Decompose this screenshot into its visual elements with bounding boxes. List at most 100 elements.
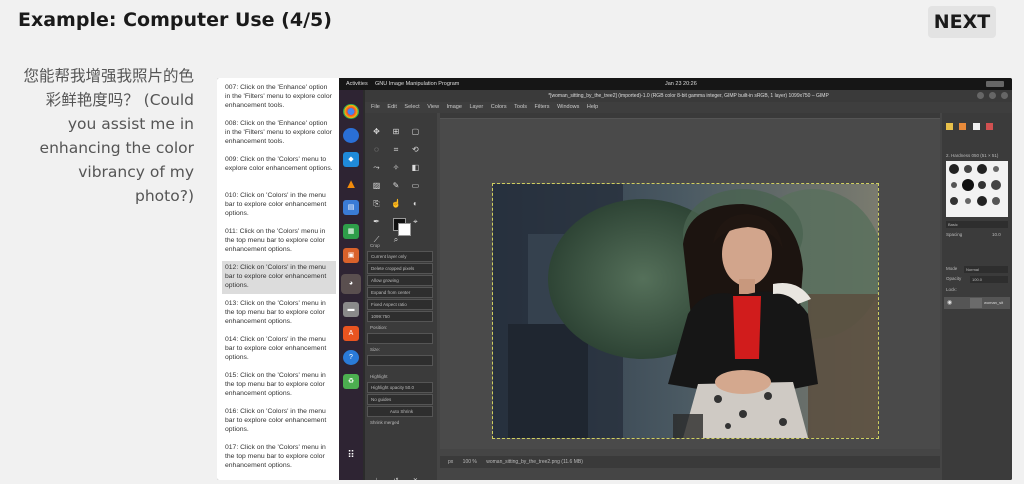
opacity-field[interactable]: 100.0 <box>970 276 1008 283</box>
option-highlight-opacity[interactable]: Highlight opacity 50.0 <box>367 382 433 393</box>
crop-tool-icon[interactable]: ⌗ <box>390 144 401 155</box>
system-tray-icon[interactable] <box>986 81 1004 87</box>
gradient-tool-icon[interactable]: ▨ <box>371 180 382 191</box>
libreoffice-writer-icon[interactable]: ▤ <box>343 200 359 215</box>
menu-select[interactable]: Select <box>404 104 419 110</box>
app-menu[interactable]: GNU Image Manipulation Program <box>375 78 459 90</box>
transform-tool-icon[interactable]: ⟲ <box>410 144 421 155</box>
option-guides-select[interactable]: No guides <box>367 394 433 405</box>
brush-filter-select[interactable]: Basic <box>946 221 1008 228</box>
software-center-icon[interactable]: A <box>343 326 359 341</box>
layer-name: woman_sit <box>984 300 1004 305</box>
option-size-field[interactable] <box>367 355 433 366</box>
brushes-tab-icon[interactable] <box>946 123 953 130</box>
right-dock: 2. Hardness 050 (51 × 51) Basic Spacing … <box>942 113 1012 480</box>
apps-grid-icon[interactable]: ⠿ <box>343 448 359 463</box>
step-item: 017: Click on the 'Colors' menu in the t… <box>225 444 326 469</box>
unit-select[interactable]: px <box>448 459 453 465</box>
step-item: 010: Click on 'Colors' in the menu bar t… <box>225 192 327 217</box>
option-shrink-merged[interactable]: Shrink merged <box>367 418 433 427</box>
background-color-swatch[interactable] <box>398 223 411 236</box>
ubuntu-dock: ◆ ▲ ▤ ▦ ▣ ◕ ▬ A ? ♻ ⠿ <box>339 90 363 480</box>
close-icon[interactable] <box>1001 92 1008 99</box>
option-allow-growing[interactable]: Allow growing <box>367 275 433 286</box>
option-size-label: Size: <box>370 347 381 352</box>
bucket-fill-icon[interactable]: ◧ <box>410 162 421 173</box>
document-history-tab-icon[interactable] <box>986 123 994 130</box>
option-current-layer[interactable]: Current layer only <box>367 251 433 262</box>
fonts-tab-icon[interactable] <box>972 123 980 130</box>
align-tool-icon[interactable]: ⊞ <box>390 126 401 137</box>
save-options-icon[interactable]: ⤓ <box>371 476 382 480</box>
mode-label: Mode <box>946 266 958 271</box>
move-tool-icon[interactable]: ✥ <box>371 126 382 137</box>
rect-select-icon[interactable]: ▢ <box>410 126 421 137</box>
vlc-icon[interactable]: ▲ <box>343 176 359 191</box>
activities-button[interactable]: Activities <box>346 78 368 90</box>
help-icon[interactable]: ? <box>343 350 359 365</box>
free-select-icon[interactable]: ◌ <box>371 144 382 155</box>
photo-woman-sitting <box>492 183 879 439</box>
option-fixed-aspect[interactable]: Fixed Aspect ratio <box>367 299 433 310</box>
image-canvas[interactable] <box>440 118 940 449</box>
clock[interactable]: Jan 23 20:26 <box>665 78 697 90</box>
visibility-eye-icon[interactable]: ◉ <box>947 299 952 306</box>
menu-windows[interactable]: Windows <box>557 104 579 110</box>
lock-label: Lock: <box>946 287 957 292</box>
warp-tool-icon[interactable]: ⤳ <box>371 162 382 173</box>
auto-shrink-button[interactable]: Auto Shrink <box>367 406 433 417</box>
fuzzy-select-icon[interactable]: ✧ <box>390 162 401 173</box>
screenshot-panel: 007: Click on the 'Enhance' option in th… <box>217 78 1012 480</box>
brushes-grid[interactable] <box>946 161 1008 217</box>
menu-filters[interactable]: Filters <box>535 104 550 110</box>
mode-select[interactable]: Normal <box>964 266 1008 273</box>
libreoffice-impress-icon[interactable]: ▣ <box>343 248 359 263</box>
trash-icon[interactable]: ♻ <box>343 374 359 389</box>
menu-edit[interactable]: Edit <box>387 104 396 110</box>
brush-thumbnails <box>949 164 1001 206</box>
paintbrush-icon[interactable]: ✎ <box>390 180 401 191</box>
photo-image <box>493 184 878 438</box>
spacing-label: Spacing <box>946 232 963 237</box>
smudge-tool-icon[interactable]: ☝ <box>390 198 401 209</box>
maximize-icon[interactable] <box>989 92 996 99</box>
menu-file[interactable]: File <box>371 104 380 110</box>
step-item: 013: Click on the 'Colors' menu in the t… <box>225 300 326 325</box>
eraser-icon[interactable]: ▭ <box>410 180 421 191</box>
clone-tool-icon[interactable]: ⎘ <box>371 198 382 209</box>
menu-colors[interactable]: Colors <box>491 104 507 110</box>
thunderbird-icon[interactable] <box>343 128 359 143</box>
patterns-tab-icon[interactable] <box>959 123 967 130</box>
slide-title: Example: Computer Use (4/5) <box>18 9 332 31</box>
chrome-icon[interactable] <box>343 104 359 119</box>
option-highlight[interactable]: Highlight <box>367 372 433 381</box>
option-position-field[interactable] <box>367 333 433 344</box>
option-ratio-field[interactable]: 1099:750 <box>367 311 433 322</box>
dodge-burn-icon[interactable]: ◐ <box>410 198 421 209</box>
restore-options-icon[interactable]: ↺ <box>390 476 401 480</box>
libreoffice-calc-icon[interactable]: ▦ <box>343 224 359 239</box>
color-picker-icon[interactable]: ⌖ <box>410 216 421 227</box>
user-prompt: 您能帮我增强我照片的色彩鲜艳度吗？ (Could you assist me i… <box>23 67 194 205</box>
minimize-icon[interactable] <box>977 92 984 99</box>
path-tool-icon[interactable]: ✒ <box>371 216 382 227</box>
menu-view[interactable]: View <box>427 104 439 110</box>
menu-image[interactable]: Image <box>447 104 462 110</box>
next-button[interactable]: NEXT <box>928 6 996 38</box>
step-item: 007: Click on the 'Enhance' option in th… <box>225 84 332 109</box>
menu-tools[interactable]: Tools <box>514 104 527 110</box>
zoom-select[interactable]: 100 % <box>463 459 477 465</box>
option-delete-cropped[interactable]: Delete cropped pixels <box>367 263 433 274</box>
files-icon[interactable]: ▬ <box>343 302 359 317</box>
menu-layer[interactable]: Layer <box>469 104 483 110</box>
vscode-icon[interactable]: ◆ <box>343 152 359 167</box>
layer-thumbnail <box>970 298 982 308</box>
layer-row[interactable]: ◉ woman_sit <box>944 297 1010 309</box>
step-item: 009: Click on the 'Colors' menu to explo… <box>225 156 333 172</box>
gimp-icon[interactable]: ◕ <box>341 274 361 294</box>
delete-options-icon[interactable]: ✕ <box>410 476 421 480</box>
spacing-value[interactable]: 10.0 <box>992 232 1001 237</box>
option-expand-center[interactable]: Expand from center <box>367 287 433 298</box>
menu-help[interactable]: Help <box>587 104 598 110</box>
